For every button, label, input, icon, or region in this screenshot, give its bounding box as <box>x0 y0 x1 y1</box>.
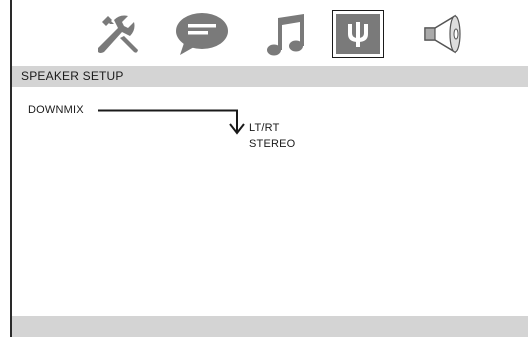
option-stereo[interactable]: STEREO <box>249 136 295 152</box>
tab-volume-setup[interactable] <box>412 8 476 60</box>
setup-tab-bar <box>12 0 528 66</box>
music-note-icon <box>267 14 304 56</box>
footer-bar <box>12 316 528 337</box>
osd-frame: SPEAKER SETUP DOWNMIX LT/RT STEREO <box>10 0 528 337</box>
tab-language-setup[interactable] <box>170 8 234 60</box>
wrench-tools-icon <box>98 15 138 53</box>
tab-speaker-setup[interactable] <box>332 10 384 58</box>
loudspeaker-icon <box>424 14 461 54</box>
option-lt-rt[interactable]: LT/RT <box>249 120 295 136</box>
speech-bubble-icon <box>176 13 228 55</box>
tab-audio-setup[interactable] <box>256 8 320 60</box>
downmix-option-list: LT/RT STEREO <box>249 120 295 152</box>
tab-general-setup[interactable] <box>86 8 150 60</box>
downmix-menu-item[interactable]: DOWNMIX <box>28 104 84 116</box>
speaker-plug-icon <box>336 14 380 54</box>
section-title: SPEAKER SETUP <box>12 66 528 87</box>
